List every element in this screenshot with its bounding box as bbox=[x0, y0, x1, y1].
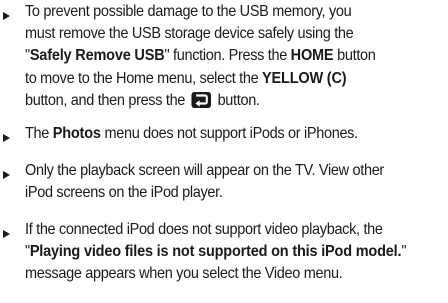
note-text: If the connected iPod does not support v… bbox=[25, 219, 415, 286]
bullet-arrow-icon bbox=[3, 12, 10, 20]
video-unsupported-message: Playing video files is not supported on … bbox=[29, 243, 402, 261]
note-line: To prevent possible damage to the USB me… bbox=[25, 3, 352, 20]
bullet-arrow-icon bbox=[3, 134, 10, 142]
note-line: "Playing video files is not supported on… bbox=[25, 243, 407, 261]
note-line: The Photos menu does not support iPods o… bbox=[25, 125, 358, 142]
note-line: If the connected iPod does not support v… bbox=[25, 221, 383, 238]
note-line: iPod screens on the iPod player. bbox=[25, 184, 223, 202]
note-text: The Photos menu does not support iPods o… bbox=[25, 123, 415, 145]
bullet-arrow-icon bbox=[3, 230, 10, 238]
safely-remove-usb-label: Safely Remove USB bbox=[29, 47, 165, 65]
note-text: To prevent possible damage to the USB me… bbox=[25, 1, 415, 112]
photos-menu-label: Photos bbox=[52, 125, 101, 142]
note-line: message appears when you select the Vide… bbox=[25, 265, 343, 283]
return-button-icon bbox=[191, 91, 212, 108]
note-line: must remove the USB storage device safel… bbox=[25, 25, 354, 43]
notes-list: To prevent possible damage to the USB me… bbox=[0, 0, 448, 303]
note-text: Only the playback screen will appear on … bbox=[25, 160, 415, 204]
note-line: Only the playback screen will appear on … bbox=[25, 162, 384, 179]
note-line: "Safely Remove USB" function. Press the … bbox=[25, 47, 376, 65]
bullet-arrow-icon bbox=[3, 171, 10, 179]
note-line: to move to the Home menu, select the YEL… bbox=[25, 69, 347, 87]
yellow-button-label: YELLOW (C) bbox=[262, 69, 347, 87]
home-button-label: HOME bbox=[290, 47, 334, 65]
note-line: button, and then press the button. bbox=[25, 91, 260, 109]
